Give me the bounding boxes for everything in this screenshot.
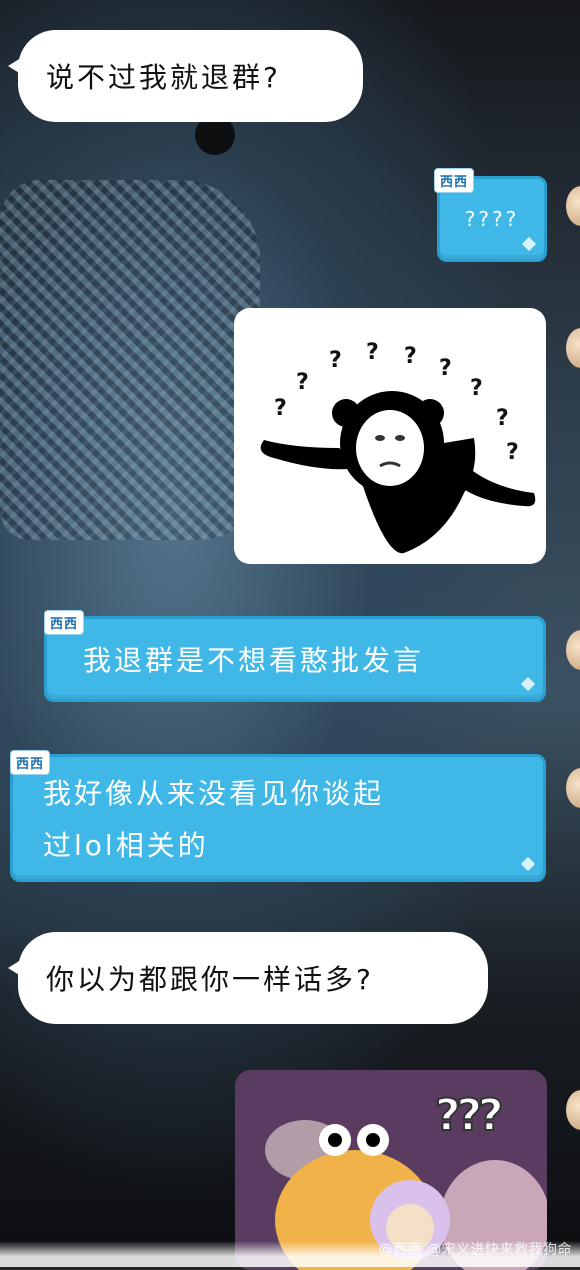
message-text-line: 我好像从来没看见你谈起 — [43, 777, 385, 810]
question-marks: ??? — [434, 1089, 505, 1142]
question-mark: ? — [366, 340, 379, 365]
panda-sticker-illustration — [260, 391, 536, 554]
message-bubble-outgoing[interactable]: 我退群是不想看憨批发言 — [44, 616, 546, 702]
bubble-shine — [521, 236, 537, 252]
message-text-line: 过lol相关的 — [43, 829, 209, 862]
bubble-tail — [8, 958, 24, 978]
question-mark: ? — [439, 356, 452, 381]
question-mark: ? — [496, 406, 509, 431]
sticker-panda-confused[interactable]: ? ? ? ? ? ? ? ? ? — [234, 308, 546, 564]
question-mark: ? — [329, 348, 342, 373]
message-bubble-outgoing[interactable]: 我好像从来没看见你谈起 过lol相关的 — [10, 754, 546, 882]
question-mark: ? — [296, 370, 309, 395]
sender-tag: 西西 — [10, 750, 51, 775]
bubble-tail — [8, 56, 24, 76]
sender-tag: 西西 — [434, 168, 475, 193]
message-bubble-incoming[interactable]: 说不过我就退群? — [8, 30, 363, 122]
question-mark: ? — [470, 376, 483, 401]
message-text: 你以为都跟你一样话多? — [46, 963, 374, 996]
bubble-shine — [520, 856, 536, 872]
message-text: ???? — [464, 207, 520, 231]
sender-tag: 西西 — [44, 610, 85, 635]
background-sweater — [0, 180, 260, 540]
message-bubble-incoming[interactable]: 你以为都跟你一样话多? — [8, 932, 488, 1024]
question-mark: ? — [274, 396, 287, 421]
bubble-shine — [520, 676, 536, 692]
question-mark: ? — [404, 344, 417, 369]
message-text: 我退群是不想看憨批发言 — [83, 644, 425, 677]
question-mark: ? — [506, 440, 519, 465]
watermark: @西西 @宋义进快来救我狗命 — [378, 1242, 572, 1258]
message-text: 说不过我就退群? — [46, 61, 281, 94]
